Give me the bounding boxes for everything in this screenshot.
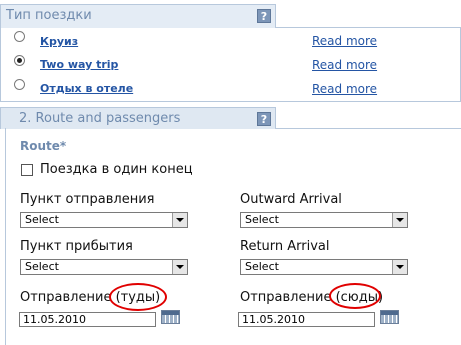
arrival-point-label: Пункт прибытия <box>20 239 133 254</box>
departure-point-select[interactable]: Select <box>20 212 188 228</box>
route-label: Route* <box>20 139 67 153</box>
chevron-down-icon[interactable] <box>392 213 407 227</box>
departure-back-date-input[interactable]: 11.05.2010 <box>238 312 375 327</box>
read-more-two-way-link[interactable]: Read more <box>312 58 377 72</box>
radio-two-way-trip[interactable] <box>14 55 25 66</box>
option-hotel-stay-link[interactable]: Отдых в отеле <box>40 82 133 95</box>
read-more-cruise-link[interactable]: Read more <box>312 34 377 48</box>
calendar-icon[interactable] <box>161 310 180 324</box>
departure-point-value: Select <box>25 213 59 226</box>
route-passengers-title: 2. Route and passengers <box>19 111 181 126</box>
option-cruise-link[interactable]: Круиз <box>40 35 78 48</box>
help-icon[interactable]: ? <box>257 112 271 126</box>
annotation-circle <box>109 283 167 311</box>
outward-arrival-value: Select <box>245 213 279 226</box>
chevron-down-icon[interactable] <box>172 213 187 227</box>
one-way-label: Поездка в один конец <box>40 162 193 177</box>
calendar-icon[interactable] <box>380 310 399 324</box>
return-arrival-select[interactable]: Select <box>240 259 408 275</box>
return-arrival-value: Select <box>245 260 279 273</box>
annotation-circle <box>329 283 381 309</box>
help-icon[interactable]: ? <box>257 9 271 23</box>
radio-hotel-stay[interactable] <box>14 79 25 90</box>
outward-arrival-select[interactable]: Select <box>240 212 408 228</box>
one-way-checkbox[interactable] <box>21 164 33 176</box>
outward-arrival-label: Outward Arrival <box>240 192 342 207</box>
trip-type-header: Тип поездки ? <box>0 4 276 28</box>
radio-cruise[interactable] <box>14 31 25 42</box>
read-more-hotel-link[interactable]: Read more <box>312 82 377 96</box>
arrival-point-value: Select <box>25 260 59 273</box>
departure-there-date-input[interactable]: 11.05.2010 <box>19 312 156 327</box>
chevron-down-icon[interactable] <box>392 260 407 274</box>
chevron-down-icon[interactable] <box>172 260 187 274</box>
return-arrival-label: Return Arrival <box>240 239 330 254</box>
option-two-way-trip-link[interactable]: Two way trip <box>40 58 118 71</box>
arrival-point-select[interactable]: Select <box>20 259 188 275</box>
trip-type-title: Тип поездки <box>6 8 92 23</box>
route-passengers-header: 2. Route and passengers ? <box>0 107 276 129</box>
departure-point-label: Пункт отправления <box>20 192 155 207</box>
